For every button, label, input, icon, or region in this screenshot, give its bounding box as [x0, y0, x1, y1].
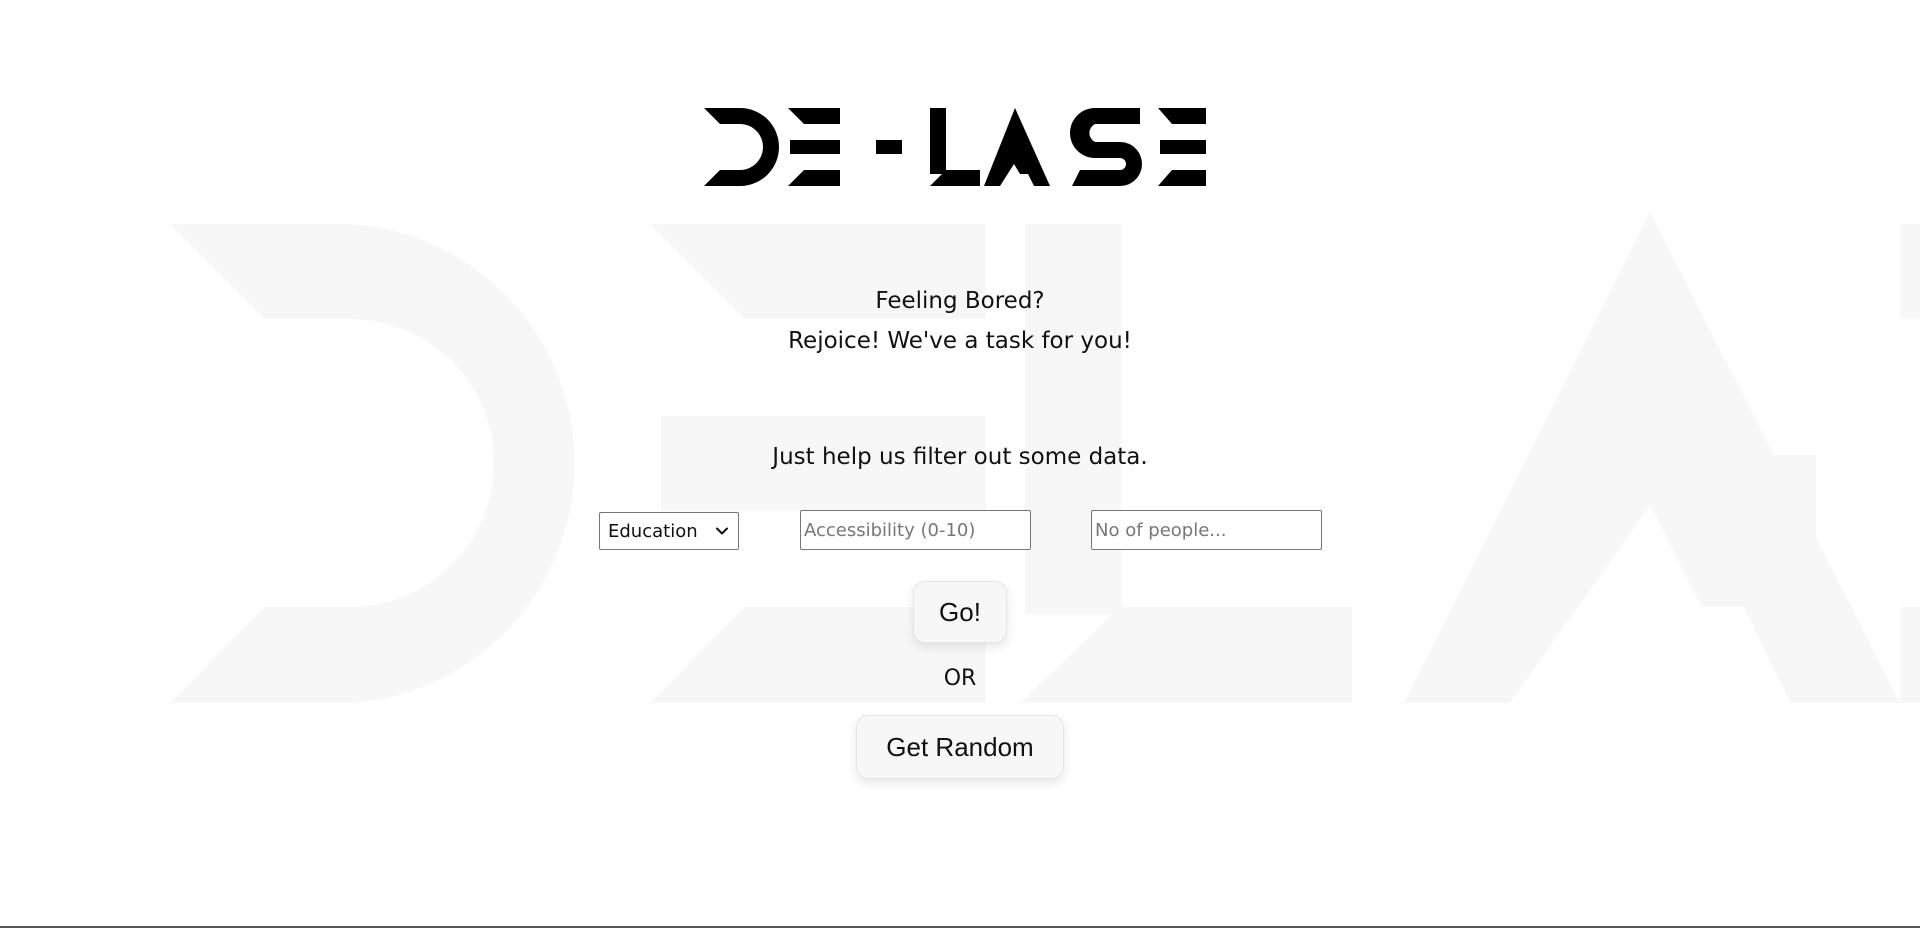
- page: Feeling Bored? Rejoice! We've a task for…: [0, 0, 1920, 928]
- accessibility-input[interactable]: [800, 510, 1031, 550]
- headline-feeling-bored: Feeling Bored?: [875, 288, 1045, 314]
- participants-input[interactable]: [1091, 510, 1322, 550]
- main-content: Feeling Bored? Rejoice! We've a task for…: [0, 0, 1920, 928]
- chevron-down-icon: [716, 527, 728, 535]
- category-select-value: Education: [608, 520, 698, 542]
- go-button[interactable]: Go!: [913, 581, 1007, 643]
- category-select[interactable]: Education: [599, 512, 739, 550]
- get-random-button[interactable]: Get Random: [856, 715, 1064, 779]
- or-separator: OR: [943, 666, 977, 691]
- instruction-text: Just help us filter out some data.: [772, 444, 1148, 470]
- headline-rejoice: Rejoice! We've a task for you!: [788, 328, 1132, 354]
